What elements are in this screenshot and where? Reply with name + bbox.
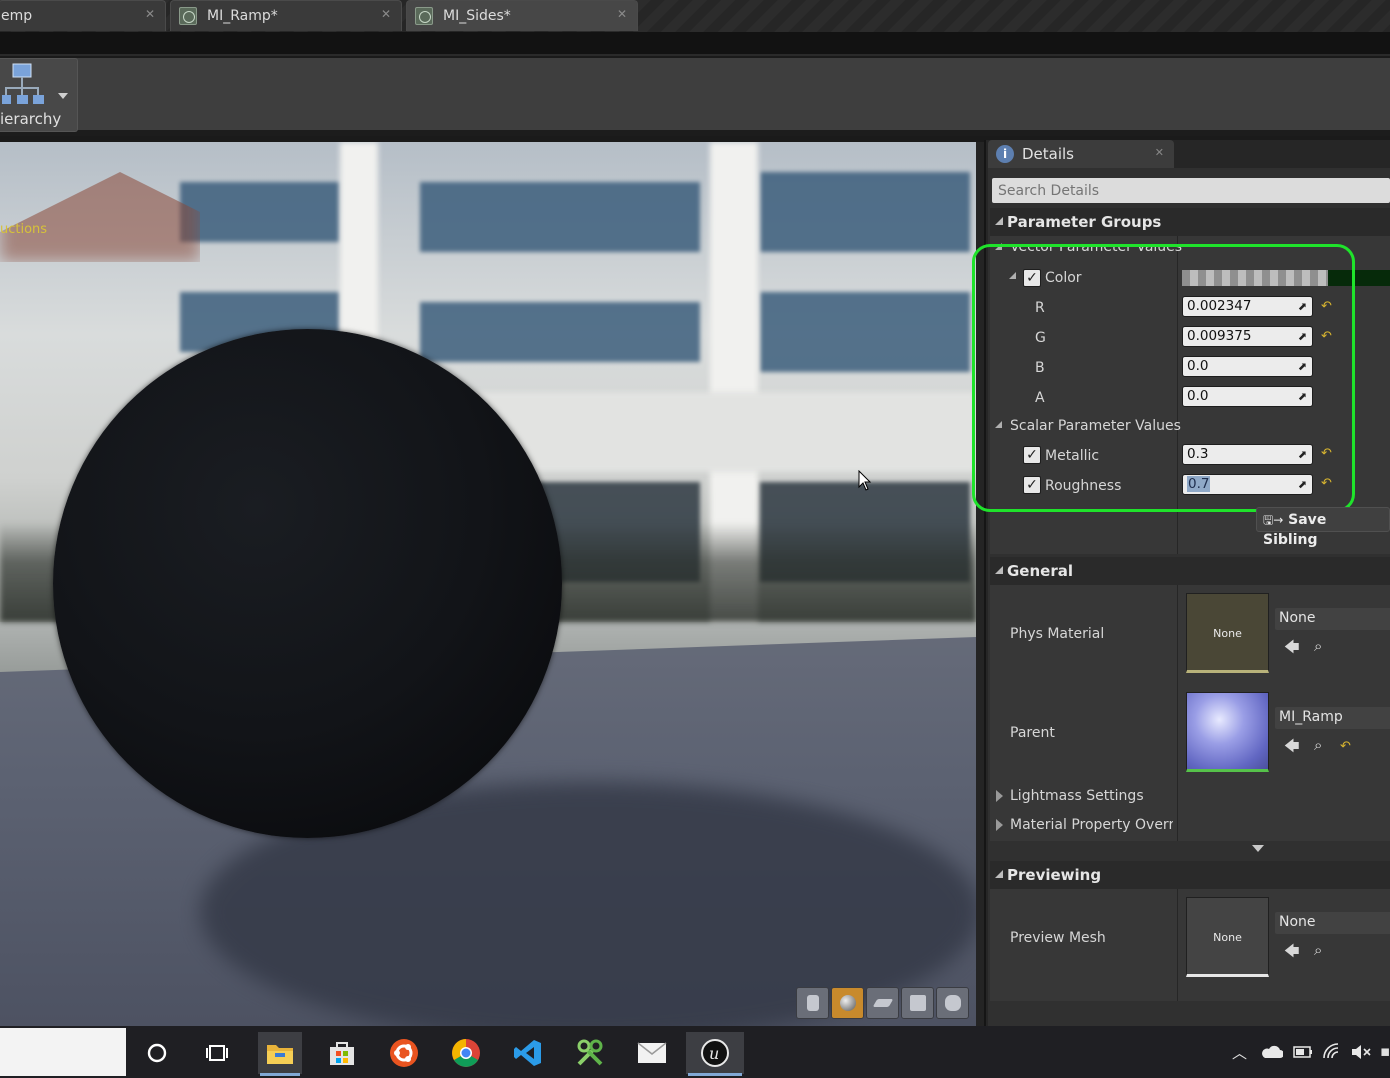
preview-mesh-label: Preview Mesh — [1010, 930, 1106, 946]
vscode-icon[interactable] — [506, 1032, 550, 1074]
preview-mesh-thumbnail[interactable]: None — [1186, 897, 1269, 977]
preview-mesh-picker[interactable]: None — [1275, 912, 1390, 934]
cube-icon — [909, 995, 926, 1011]
chevron-down-icon — [58, 93, 68, 99]
parent-material-thumbnail[interactable] — [1186, 692, 1269, 772]
details-tab-label: Details — [1022, 145, 1075, 163]
preview-mesh-value: None — [1279, 914, 1316, 930]
expand-arrow-icon — [996, 819, 1003, 831]
advanced-expand-arrow-icon[interactable] — [1252, 845, 1264, 852]
phys-material-thumbnail[interactable]: None — [1186, 593, 1269, 673]
close-icon[interactable]: ✕ — [381, 7, 391, 21]
search-details-input[interactable] — [992, 178, 1390, 203]
phys-material-value: None — [1279, 610, 1316, 626]
sphere-icon — [839, 995, 856, 1011]
chevron-up-icon[interactable]: ︿ — [1232, 1042, 1247, 1063]
material-property-label: Material Property Overric — [1010, 817, 1173, 833]
toolbar — [0, 58, 1390, 136]
menu-bar — [0, 32, 1390, 56]
thumbnail-label: None — [1213, 931, 1242, 944]
material-property-overrides-row[interactable]: Material Property Overric — [990, 811, 1390, 841]
close-icon[interactable]: ✕ — [145, 7, 155, 21]
tab-details[interactable]: i Details ✕ — [988, 140, 1174, 168]
use-selected-arrow-icon[interactable]: 🡄 — [1284, 941, 1300, 966]
tab-mi-ramp[interactable]: MI_Ramp* ✕ — [170, 0, 402, 31]
plane-icon — [872, 999, 893, 1007]
notification-icon[interactable]: ▪ — [1380, 1042, 1390, 1060]
active-indicator — [260, 1073, 300, 1076]
preview-shape-toolbar — [796, 987, 969, 1019]
collapse-arrow-icon — [995, 217, 1003, 225]
custom-mesh-preview-button[interactable] — [936, 987, 969, 1019]
save-icon: 🖫→ — [1263, 513, 1284, 527]
info-icon: i — [996, 145, 1014, 163]
task-view-icon[interactable] — [195, 1032, 239, 1074]
section-previewing[interactable]: Previewing — [990, 861, 1390, 889]
tab-label: MI_Ramp* — [207, 8, 278, 24]
use-selected-arrow-icon[interactable]: 🡄 — [1284, 736, 1300, 761]
tab-emp[interactable]: emp ✕ — [0, 0, 166, 31]
parent-material-picker[interactable]: MI_Ramp — [1275, 707, 1390, 729]
hierarchy-icon — [2, 63, 44, 104]
save-sibling-button[interactable]: 🖫→ Save Sibling — [1256, 507, 1390, 548]
lightmass-settings-row[interactable]: Lightmass Settings — [990, 782, 1390, 812]
tool-icon[interactable] — [568, 1032, 612, 1074]
tab-label: MI_Sides* — [443, 8, 511, 24]
hierarchy-label: ierarchy — [0, 110, 62, 128]
preview-sphere — [53, 329, 562, 838]
cube-preview-button[interactable] — [901, 987, 934, 1019]
browse-magnifier-icon[interactable]: ⌕ — [1314, 941, 1322, 959]
thumbnail-label: None — [1213, 627, 1242, 640]
cylinder-preview-button[interactable] — [796, 987, 829, 1019]
phys-material-picker[interactable]: None — [1275, 608, 1390, 630]
tab-label: emp — [1, 8, 33, 24]
parent-label: Parent — [1010, 725, 1055, 741]
mail-icon[interactable] — [630, 1032, 674, 1074]
mouse-cursor-icon — [858, 470, 872, 491]
instructions-text: uctions — [0, 222, 48, 237]
section-title: Previewing — [1007, 866, 1102, 884]
material-instance-icon — [179, 7, 197, 25]
volume-muted-icon[interactable] — [1350, 1043, 1372, 1061]
cylinder-icon — [806, 995, 819, 1011]
browse-magnifier-icon[interactable]: ⌕ — [1314, 736, 1322, 754]
wifi-icon[interactable] — [1321, 1042, 1343, 1060]
parent-value: MI_Ramp — [1279, 709, 1343, 725]
preview-viewport[interactable]: uctions — [0, 142, 976, 1026]
teapot-icon — [944, 995, 961, 1011]
section-parameter-groups[interactable]: Parameter Groups — [990, 208, 1390, 236]
reset-to-default-icon[interactable]: ↶ — [1340, 740, 1353, 754]
active-indicator — [688, 1073, 742, 1076]
section-title: Parameter Groups — [1007, 213, 1162, 231]
file-explorer-icon[interactable] — [258, 1032, 302, 1076]
collapse-arrow-icon — [995, 870, 1003, 878]
expand-arrow-icon — [996, 790, 1003, 802]
taskbar-search-box[interactable] — [0, 1028, 126, 1076]
close-icon[interactable]: ✕ — [617, 7, 627, 21]
cortana-icon[interactable] — [135, 1032, 179, 1074]
section-general[interactable]: General — [990, 557, 1390, 585]
tab-mi-sides[interactable]: MI_Sides* ✕ — [406, 0, 638, 31]
collapse-arrow-icon — [995, 566, 1003, 574]
material-instance-icon — [415, 7, 433, 25]
use-selected-arrow-icon[interactable]: 🡄 — [1284, 637, 1300, 662]
sphere-preview-button[interactable] — [831, 987, 864, 1019]
chrome-icon[interactable] — [444, 1032, 488, 1074]
lightmass-label: Lightmass Settings — [1010, 788, 1144, 804]
section-title: General — [1007, 562, 1073, 580]
store-icon[interactable] — [320, 1032, 364, 1074]
svg-text:u: u — [709, 1044, 719, 1063]
phys-material-label: Phys Material — [1010, 626, 1105, 642]
plane-preview-button[interactable] — [866, 987, 899, 1019]
unreal-engine-icon[interactable]: u — [686, 1032, 744, 1076]
battery-icon[interactable] — [1291, 1045, 1313, 1059]
ubuntu-icon[interactable] — [382, 1032, 426, 1074]
browse-magnifier-icon[interactable]: ⌕ — [1314, 637, 1322, 655]
close-icon[interactable]: ✕ — [1155, 146, 1164, 159]
onedrive-icon[interactable] — [1261, 1045, 1283, 1059]
annotation-highlight-outline — [972, 244, 1355, 512]
